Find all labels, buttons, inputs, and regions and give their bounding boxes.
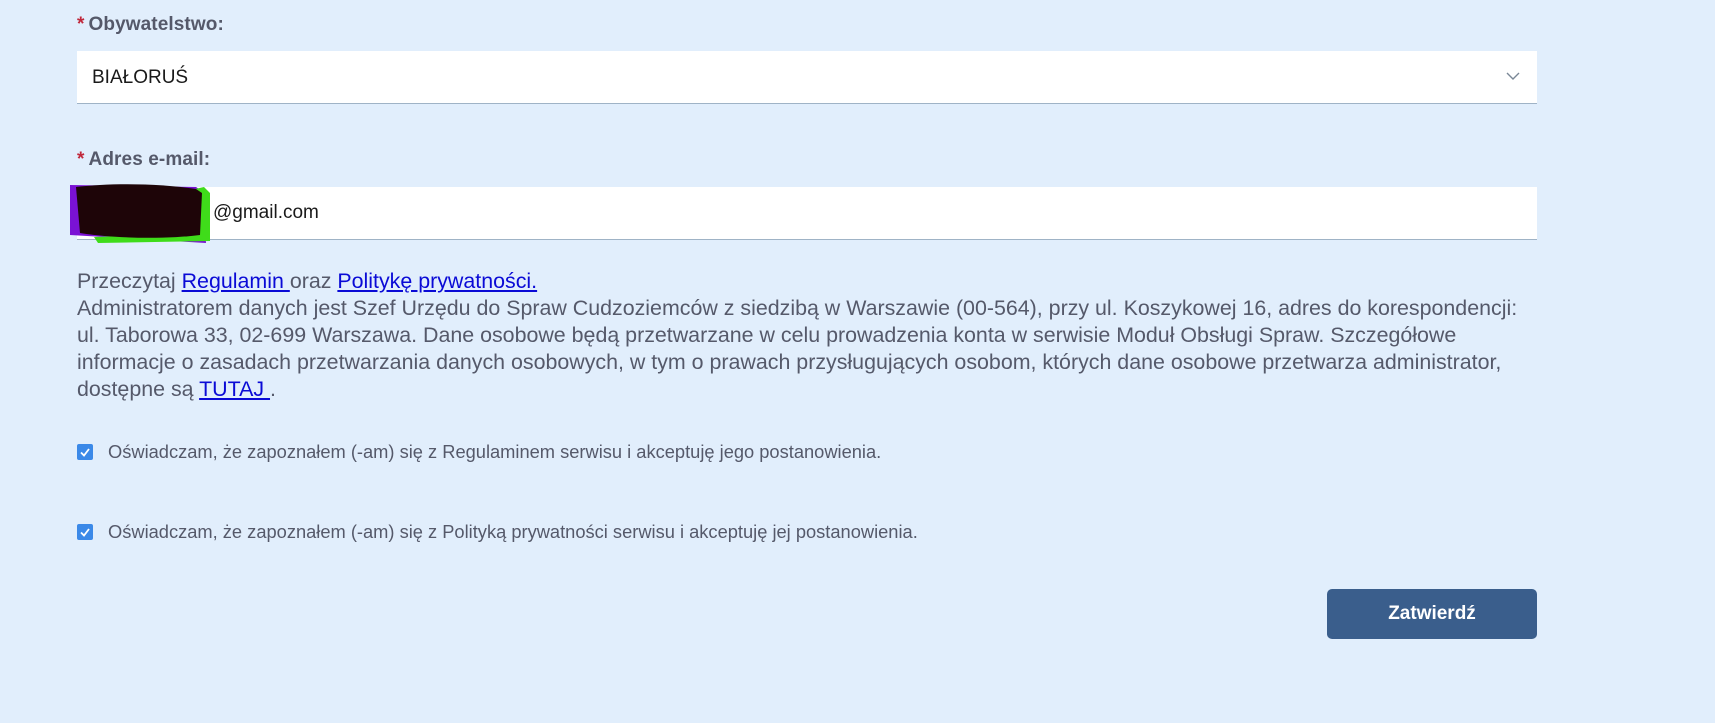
chevron-down-icon	[1506, 72, 1520, 80]
terms-consent-row[interactable]: Oświadczam, że zapoznałem (-am) się z Re…	[77, 441, 881, 463]
details-here-link[interactable]: TUTAJ	[199, 377, 270, 401]
admin-info-text: Administratorem danych jest Szef Urzędu …	[77, 296, 1518, 401]
privacy-consent-label: Oświadczam, że zapoznałem (-am) się z Po…	[108, 521, 918, 542]
citizenship-label: * Obywatelstwo:	[77, 14, 224, 36]
privacy-info-text: Przeczytaj Regulamin oraz Politykę prywa…	[77, 268, 1537, 403]
and-text: oraz	[289, 269, 338, 293]
citizenship-selected-value: BIAŁORUŚ	[92, 67, 189, 88]
email-label: * Adres e-mail:	[77, 149, 210, 171]
citizenship-select[interactable]: BIAŁORUŚ	[77, 51, 1537, 104]
privacy-consent-row[interactable]: Oświadczam, że zapoznałem (-am) się z Po…	[77, 521, 918, 543]
email-label-text: Adres e-mail:	[88, 149, 211, 170]
required-mark: *	[77, 149, 85, 170]
required-mark: *	[77, 14, 85, 35]
checkmark-icon	[80, 448, 90, 457]
privacy-consent-checkbox[interactable]	[77, 524, 93, 540]
terms-consent-checkbox[interactable]	[77, 444, 93, 460]
terms-link[interactable]: Regulamin	[182, 269, 290, 293]
email-field[interactable]: @gmail.com	[70, 184, 1537, 243]
checkmark-icon	[80, 528, 90, 537]
read-prefix: Przeczytaj	[77, 269, 182, 293]
privacy-policy-link[interactable]: Politykę prywatności.	[337, 269, 537, 293]
citizenship-label-text: Obywatelstwo:	[88, 14, 224, 35]
submit-button[interactable]: Zatwierdź	[1327, 589, 1537, 639]
terms-consent-label: Oświadczam, że zapoznałem (-am) się z Re…	[108, 441, 882, 462]
end-period: .	[270, 377, 276, 401]
redaction-mark	[70, 184, 210, 243]
email-input-value: @gmail.com	[213, 202, 319, 223]
